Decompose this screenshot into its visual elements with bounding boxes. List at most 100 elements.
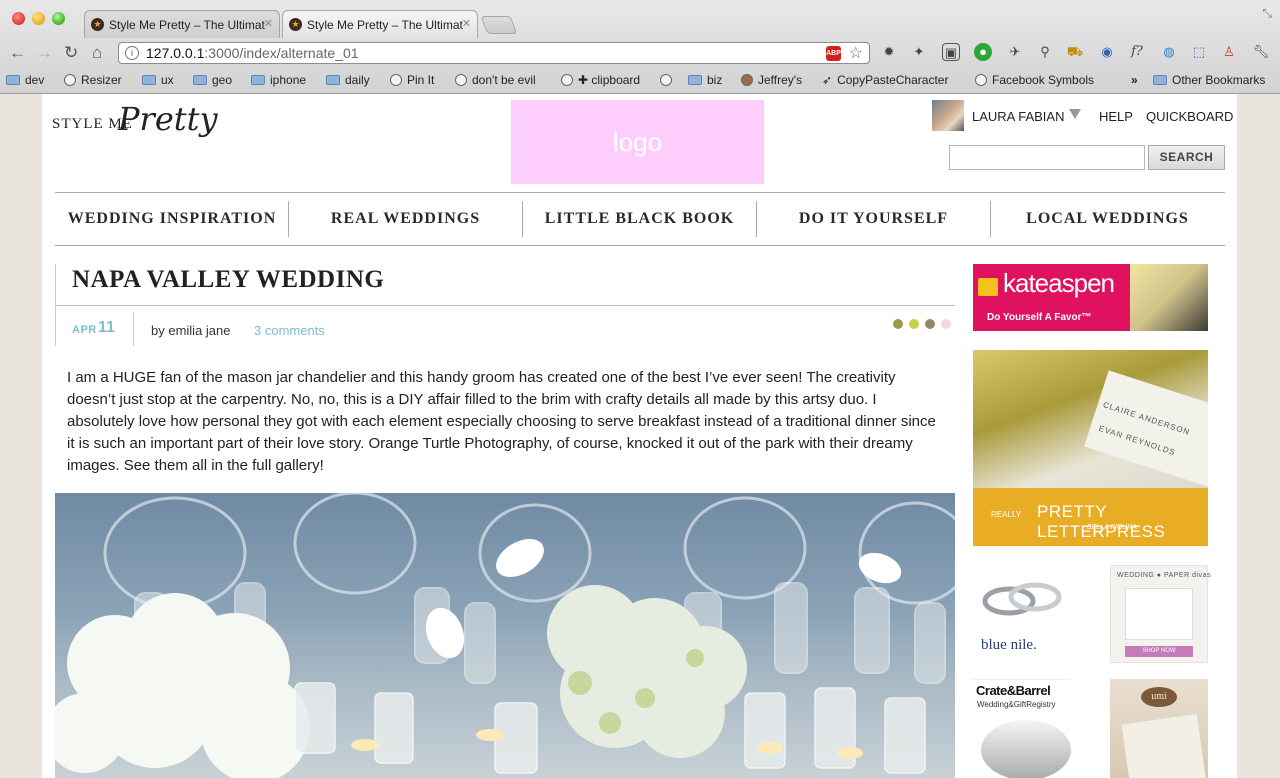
- nav-do-it-yourself[interactable]: DO IT YOURSELF: [756, 201, 990, 237]
- site-favicon-icon: ★: [91, 18, 104, 31]
- home-icon[interactable]: ⌂: [92, 43, 102, 63]
- url-host: 127.0.0.1: [146, 45, 205, 61]
- bookmark-item[interactable]: don't be evil: [455, 73, 536, 87]
- nav-little-black-book[interactable]: LITTLE BLACK BOOK: [522, 201, 756, 237]
- bookmark-item[interactable]: ✚ clipboard: [561, 73, 640, 87]
- reload-icon[interactable]: ↻: [64, 43, 78, 63]
- eye-extension-icon[interactable]: ◉: [1098, 43, 1116, 61]
- folder-icon: [6, 75, 20, 85]
- color-swatch-dot: [925, 319, 935, 329]
- invitation-card-image: [1121, 714, 1207, 778]
- logo-placeholder: logo: [511, 100, 764, 184]
- bookmark-item[interactable]: Pin It: [390, 73, 434, 87]
- ad-product-image: [1130, 264, 1208, 331]
- ad-wedding-paper-divas[interactable]: WEDDING ● PAPER divas SHOP NOW: [1110, 565, 1211, 663]
- wrench-menu-icon[interactable]: 🔧︎: [1252, 43, 1270, 61]
- adblock-icon[interactable]: ABP: [826, 46, 841, 61]
- post-date-day: 11: [98, 319, 115, 336]
- color-swatch-dot: [941, 319, 951, 329]
- folder-icon: [688, 75, 702, 85]
- help-link[interactable]: HELP: [1099, 109, 1133, 124]
- tab-close-icon[interactable]: ✕: [264, 17, 273, 30]
- person-extension-icon[interactable]: ♙: [1220, 43, 1238, 61]
- bookmark-item[interactable]: ➶ CopyPasteCharacter: [822, 73, 948, 87]
- bookmark-item[interactable]: Facebook Symbols: [975, 73, 1094, 87]
- folder-icon: [1153, 75, 1167, 85]
- ad-umi[interactable]: umi: [1110, 679, 1208, 778]
- sparkle-extension-icon[interactable]: ✦: [910, 43, 928, 61]
- ad-kate-aspen[interactable]: kateaspen Do Yourself A Favor™: [973, 264, 1208, 331]
- bookmarks-overflow-button[interactable]: »: [1131, 73, 1138, 87]
- post-photo[interactable]: [55, 493, 955, 778]
- search-input[interactable]: [949, 145, 1145, 170]
- nav-local-weddings[interactable]: LOCAL WEDDINGS: [990, 201, 1224, 237]
- comments-link[interactable]: 3 comments: [254, 323, 325, 338]
- quickboard-link[interactable]: QUICKBOARD: [1146, 109, 1233, 124]
- site-logo[interactable]: STYLE ME Pretty: [52, 100, 218, 146]
- cursor-icon: ➶: [822, 73, 833, 87]
- url-path: :3000/index/alternate_01: [204, 45, 359, 61]
- nav-real-weddings[interactable]: REAL WEDDINGS: [288, 201, 522, 237]
- bookmark-item[interactable]: Jeffrey's: [741, 73, 802, 87]
- post-body: I am a HUGE fan of the mason jar chandel…: [67, 369, 936, 474]
- bookmark-item[interactable]: daily: [326, 73, 370, 87]
- invitation-card-image: [1125, 588, 1193, 640]
- ad-tagline: Wedding&GiftRegistry: [977, 700, 1056, 709]
- ad-brand: kateaspen: [1003, 268, 1115, 298]
- close-window-button[interactable]: [12, 12, 25, 25]
- page-info-icon[interactable]: i: [125, 46, 139, 60]
- gear-extension-icon[interactable]: ✹: [880, 43, 898, 61]
- bookmark-item[interactable]: [660, 73, 677, 87]
- search-button[interactable]: SEARCH: [1148, 145, 1225, 170]
- screenshot-extension-icon[interactable]: ▣: [942, 43, 960, 61]
- ad-blue-nile[interactable]: blue nile.: [973, 565, 1071, 663]
- bookmark-item[interactable]: Resizer: [64, 73, 122, 87]
- truck-extension-icon[interactable]: ⛟: [1066, 43, 1084, 61]
- globe-extension-icon[interactable]: ◍: [1160, 43, 1178, 61]
- twitter-extension-icon[interactable]: ✈: [1006, 43, 1024, 61]
- bookmark-item[interactable]: ux: [142, 73, 174, 87]
- rings-icon: [982, 582, 1062, 616]
- function-extension-icon[interactable]: f?: [1128, 43, 1146, 61]
- color-swatch-dot: [893, 319, 903, 329]
- browser-tab-1[interactable]: ★ Style Me Pretty – The Ultimat ✕: [84, 10, 280, 38]
- other-bookmarks-folder[interactable]: Other Bookmarks: [1153, 73, 1265, 87]
- share-extension-icon[interactable]: ⚲: [1036, 43, 1054, 61]
- browser-toolbar: ← → ↻ ⌂ i 127.0.0.1:3000/index/alternate…: [0, 38, 1280, 68]
- caret-down-icon[interactable]: [1069, 109, 1081, 119]
- browser-tab-2-active[interactable]: ★ Style Me Pretty – The Ultimat ✕: [282, 10, 478, 38]
- ad-brand: WEDDING ● PAPER divas: [1117, 572, 1211, 579]
- zoom-window-button[interactable]: [52, 12, 65, 25]
- ad-brand: umi: [1141, 687, 1177, 707]
- bookmark-star-icon[interactable]: ☆: [849, 43, 863, 63]
- post-title[interactable]: NAPA VALLEY WEDDING: [72, 266, 384, 294]
- bookmark-item[interactable]: geo: [193, 73, 232, 87]
- avatar[interactable]: [932, 100, 964, 131]
- tab-title: Style Me Pretty – The Ultimat: [307, 18, 463, 32]
- bookmark-item[interactable]: iphone: [251, 73, 306, 87]
- ad-brand: Crate&Barrel: [976, 683, 1051, 698]
- ad-brand: BELLA FIGURA: [1087, 524, 1137, 531]
- evernote-extension-icon[interactable]: ●: [974, 43, 992, 61]
- divider: [55, 264, 56, 305]
- ad-crate-and-barrel[interactable]: Crate&Barrel Wedding&GiftRegistry: [973, 679, 1071, 778]
- gift-icon: [978, 278, 998, 296]
- user-name-link[interactable]: LAURA FABIAN: [972, 109, 1064, 124]
- address-bar[interactable]: i 127.0.0.1:3000/index/alternate_01 ABP …: [118, 42, 870, 64]
- shop-now-button[interactable]: SHOP NOW: [1125, 646, 1193, 657]
- minimize-window-button[interactable]: [32, 12, 45, 25]
- bookmark-item[interactable]: biz: [688, 73, 722, 87]
- bookmark-item[interactable]: dev: [6, 73, 44, 87]
- ad-bella-figura[interactable]: CLAIRE ANDERSON EVAN REYNOLDS REALLY PRE…: [973, 350, 1208, 546]
- tab-close-icon[interactable]: ✕: [462, 17, 471, 30]
- new-tab-button[interactable]: [480, 16, 518, 34]
- back-arrow-icon[interactable]: ←: [9, 43, 26, 63]
- forward-arrow-icon[interactable]: →: [36, 43, 53, 63]
- globe-icon: [975, 74, 987, 86]
- resize-corner-icon[interactable]: ⤡: [1262, 6, 1272, 21]
- tab-title: Style Me Pretty – The Ultimat: [109, 18, 265, 32]
- browser-chrome: ★ Style Me Pretty – The Ultimat ✕ ★ Styl…: [0, 0, 1280, 94]
- nav-wedding-inspiration[interactable]: WEDDING INSPIRATION: [55, 201, 289, 237]
- window-resize-extension-icon[interactable]: ⬚: [1190, 43, 1208, 61]
- globe-icon: [64, 74, 76, 86]
